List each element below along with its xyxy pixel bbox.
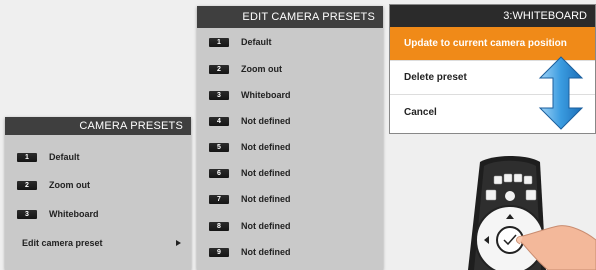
preset-label: Not defined — [241, 194, 291, 204]
preset-label: Default — [241, 37, 272, 47]
preset-label: Not defined — [241, 247, 291, 257]
preset-options-title: 3:WHITEBOARD — [390, 5, 595, 27]
preset-number-badge: 1 — [17, 152, 37, 162]
preset-list-item[interactable]: 7 Not defined — [197, 187, 383, 211]
preset-list-item[interactable]: 1 Default — [5, 145, 191, 169]
preset-number-badge: 2 — [17, 180, 37, 190]
preset-list-item[interactable]: 6 Not defined — [197, 161, 383, 185]
preset-label: Default — [49, 152, 80, 162]
preset-number-badge: 3 — [209, 90, 229, 100]
preset-number-badge: 8 — [209, 221, 229, 231]
preset-label: Zoom out — [49, 180, 90, 190]
up-down-arrow-icon — [538, 56, 584, 130]
preset-list-item[interactable]: 4 Not defined — [197, 109, 383, 133]
preset-label: Not defined — [241, 142, 291, 152]
preset-list-item[interactable]: 2 Zoom out — [197, 57, 383, 81]
preset-number-badge: 6 — [209, 168, 229, 178]
preset-number-badge: 4 — [209, 116, 229, 126]
edit-camera-preset-item[interactable]: Edit camera preset — [5, 231, 191, 255]
preset-label: Zoom out — [241, 64, 282, 74]
preset-list-item[interactable]: 9 Not defined — [197, 240, 383, 264]
preset-label: Not defined — [241, 116, 291, 126]
camera-presets-title: CAMERA PRESETS — [5, 117, 191, 135]
preset-list-item[interactable]: 8 Not defined — [197, 214, 383, 238]
remote-control-illustration — [468, 156, 596, 270]
preset-list-item[interactable]: 3 Whiteboard — [197, 83, 383, 107]
preset-number-badge: 2 — [209, 64, 229, 74]
preset-label: Not defined — [241, 168, 291, 178]
preset-label: Not defined — [241, 221, 291, 231]
preset-label: Whiteboard — [49, 209, 99, 219]
chevron-right-icon — [176, 240, 181, 246]
preset-number-badge: 7 — [209, 194, 229, 204]
edit-camera-presets-panel: EDIT CAMERA PRESETS 1 Default 2 Zoom out… — [197, 6, 383, 270]
preset-list-item[interactable]: 1 Default — [197, 30, 383, 54]
preset-list-item[interactable]: 5 Not defined — [197, 135, 383, 159]
edit-camera-presets-title: EDIT CAMERA PRESETS — [197, 6, 383, 28]
preset-number-badge: 1 — [209, 37, 229, 47]
edit-camera-preset-label: Edit camera preset — [22, 238, 103, 248]
preset-list-item[interactable]: 3 Whiteboard — [5, 202, 191, 226]
preset-number-badge: 3 — [17, 209, 37, 219]
camera-presets-panel: CAMERA PRESETS 1 Default 2 Zoom out 3 Wh… — [5, 117, 191, 270]
preset-number-badge: 5 — [209, 142, 229, 152]
preset-number-badge: 9 — [209, 247, 229, 257]
preset-label: Whiteboard — [241, 90, 291, 100]
preset-list-item[interactable]: 2 Zoom out — [5, 173, 191, 197]
